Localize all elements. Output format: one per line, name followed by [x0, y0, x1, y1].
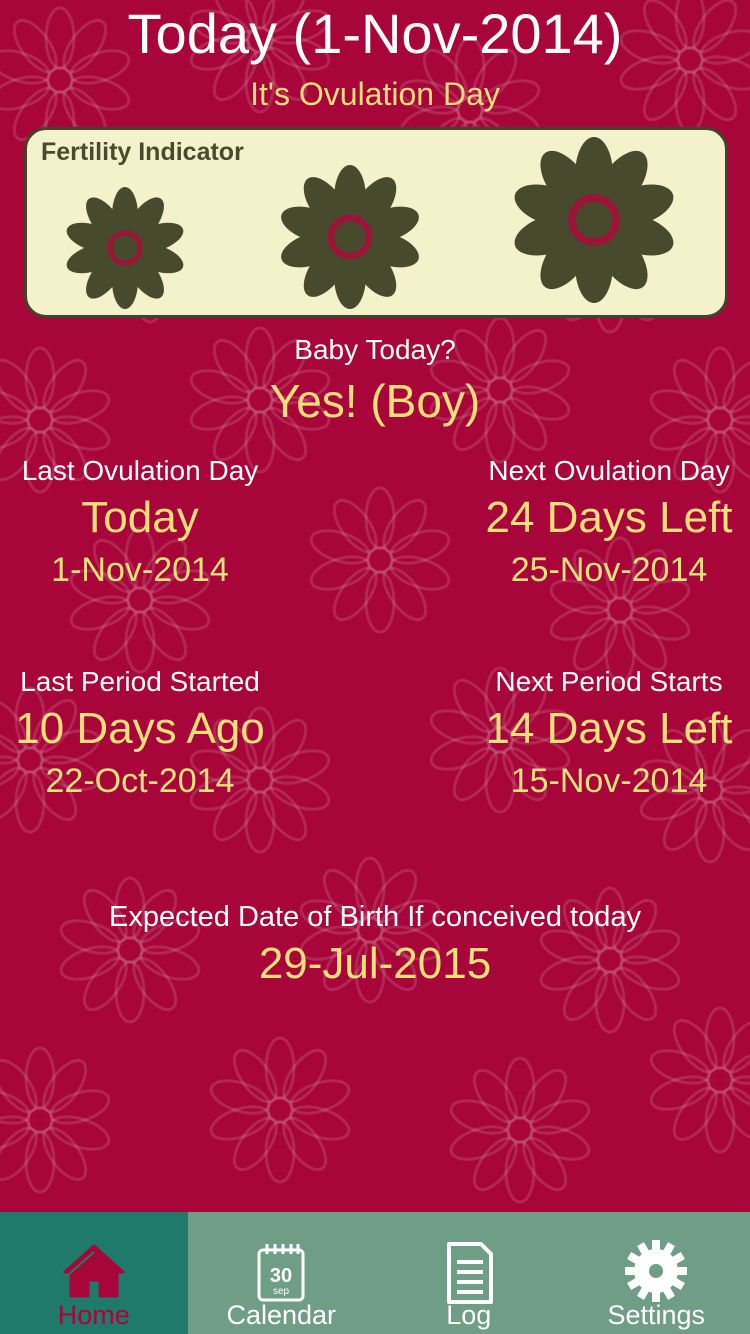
- next-period-label: Next Period Starts: [495, 666, 723, 697]
- tab-home-label: Home: [57, 1300, 130, 1330]
- daisy-icon: [514, 137, 674, 303]
- last-ovulation-value: Today: [81, 493, 199, 542]
- next-ovulation-value: 24 Days Left: [485, 493, 733, 542]
- gear-icon: [625, 1240, 688, 1302]
- tab-home[interactable]: Home: [0, 1212, 188, 1334]
- tab-bar: Home 30 sep Calendar Log Settings: [0, 1212, 750, 1334]
- calendar-icon: 30 sep: [257, 1244, 305, 1302]
- last-period-label: Last Period Started: [20, 666, 260, 697]
- tab-log[interactable]: Log: [375, 1212, 563, 1334]
- last-period-date: 22-Oct-2014: [45, 762, 235, 800]
- next-ovulation-label: Next Ovulation Day: [488, 455, 730, 486]
- ovulation-status: It's Ovulation Day: [250, 76, 500, 112]
- calendar-icon-day: 30: [270, 1265, 292, 1287]
- last-ovulation-date: 1-Nov-2014: [51, 551, 229, 589]
- next-ovulation-date: 25-Nov-2014: [510, 551, 708, 589]
- log-icon: [446, 1242, 493, 1304]
- last-period-value: 10 Days Ago: [15, 704, 265, 753]
- home-icon: [63, 1244, 125, 1298]
- tab-calendar-label: Calendar: [226, 1300, 337, 1330]
- daisy-icon: [281, 165, 419, 309]
- tab-settings-label: Settings: [607, 1300, 706, 1330]
- tab-log-label: Log: [446, 1300, 492, 1330]
- baby-today-answer: Yes! (Boy): [269, 375, 481, 427]
- page-title: Today (1-Nov-2014): [127, 2, 623, 65]
- calendar-icon-month: sep: [273, 1286, 290, 1297]
- last-ovulation-label: Last Ovulation Day: [21, 455, 259, 486]
- next-period-value: 14 Days Left: [485, 704, 733, 753]
- tab-settings[interactable]: Settings: [563, 1212, 750, 1334]
- baby-today-question: Baby Today?: [294, 334, 456, 365]
- fertility-indicator-panel: Fertility Indicator: [24, 127, 728, 318]
- expected-birth-label: Expected Date of Birth If conceived toda…: [109, 901, 641, 933]
- expected-birth-date: 29-Jul-2015: [258, 939, 492, 988]
- daisy-icon: [66, 187, 184, 309]
- tab-calendar[interactable]: 30 sep Calendar: [188, 1212, 376, 1334]
- fertility-indicator-label: Fertility Indicator: [41, 138, 244, 166]
- next-period-date: 15-Nov-2014: [510, 762, 708, 800]
